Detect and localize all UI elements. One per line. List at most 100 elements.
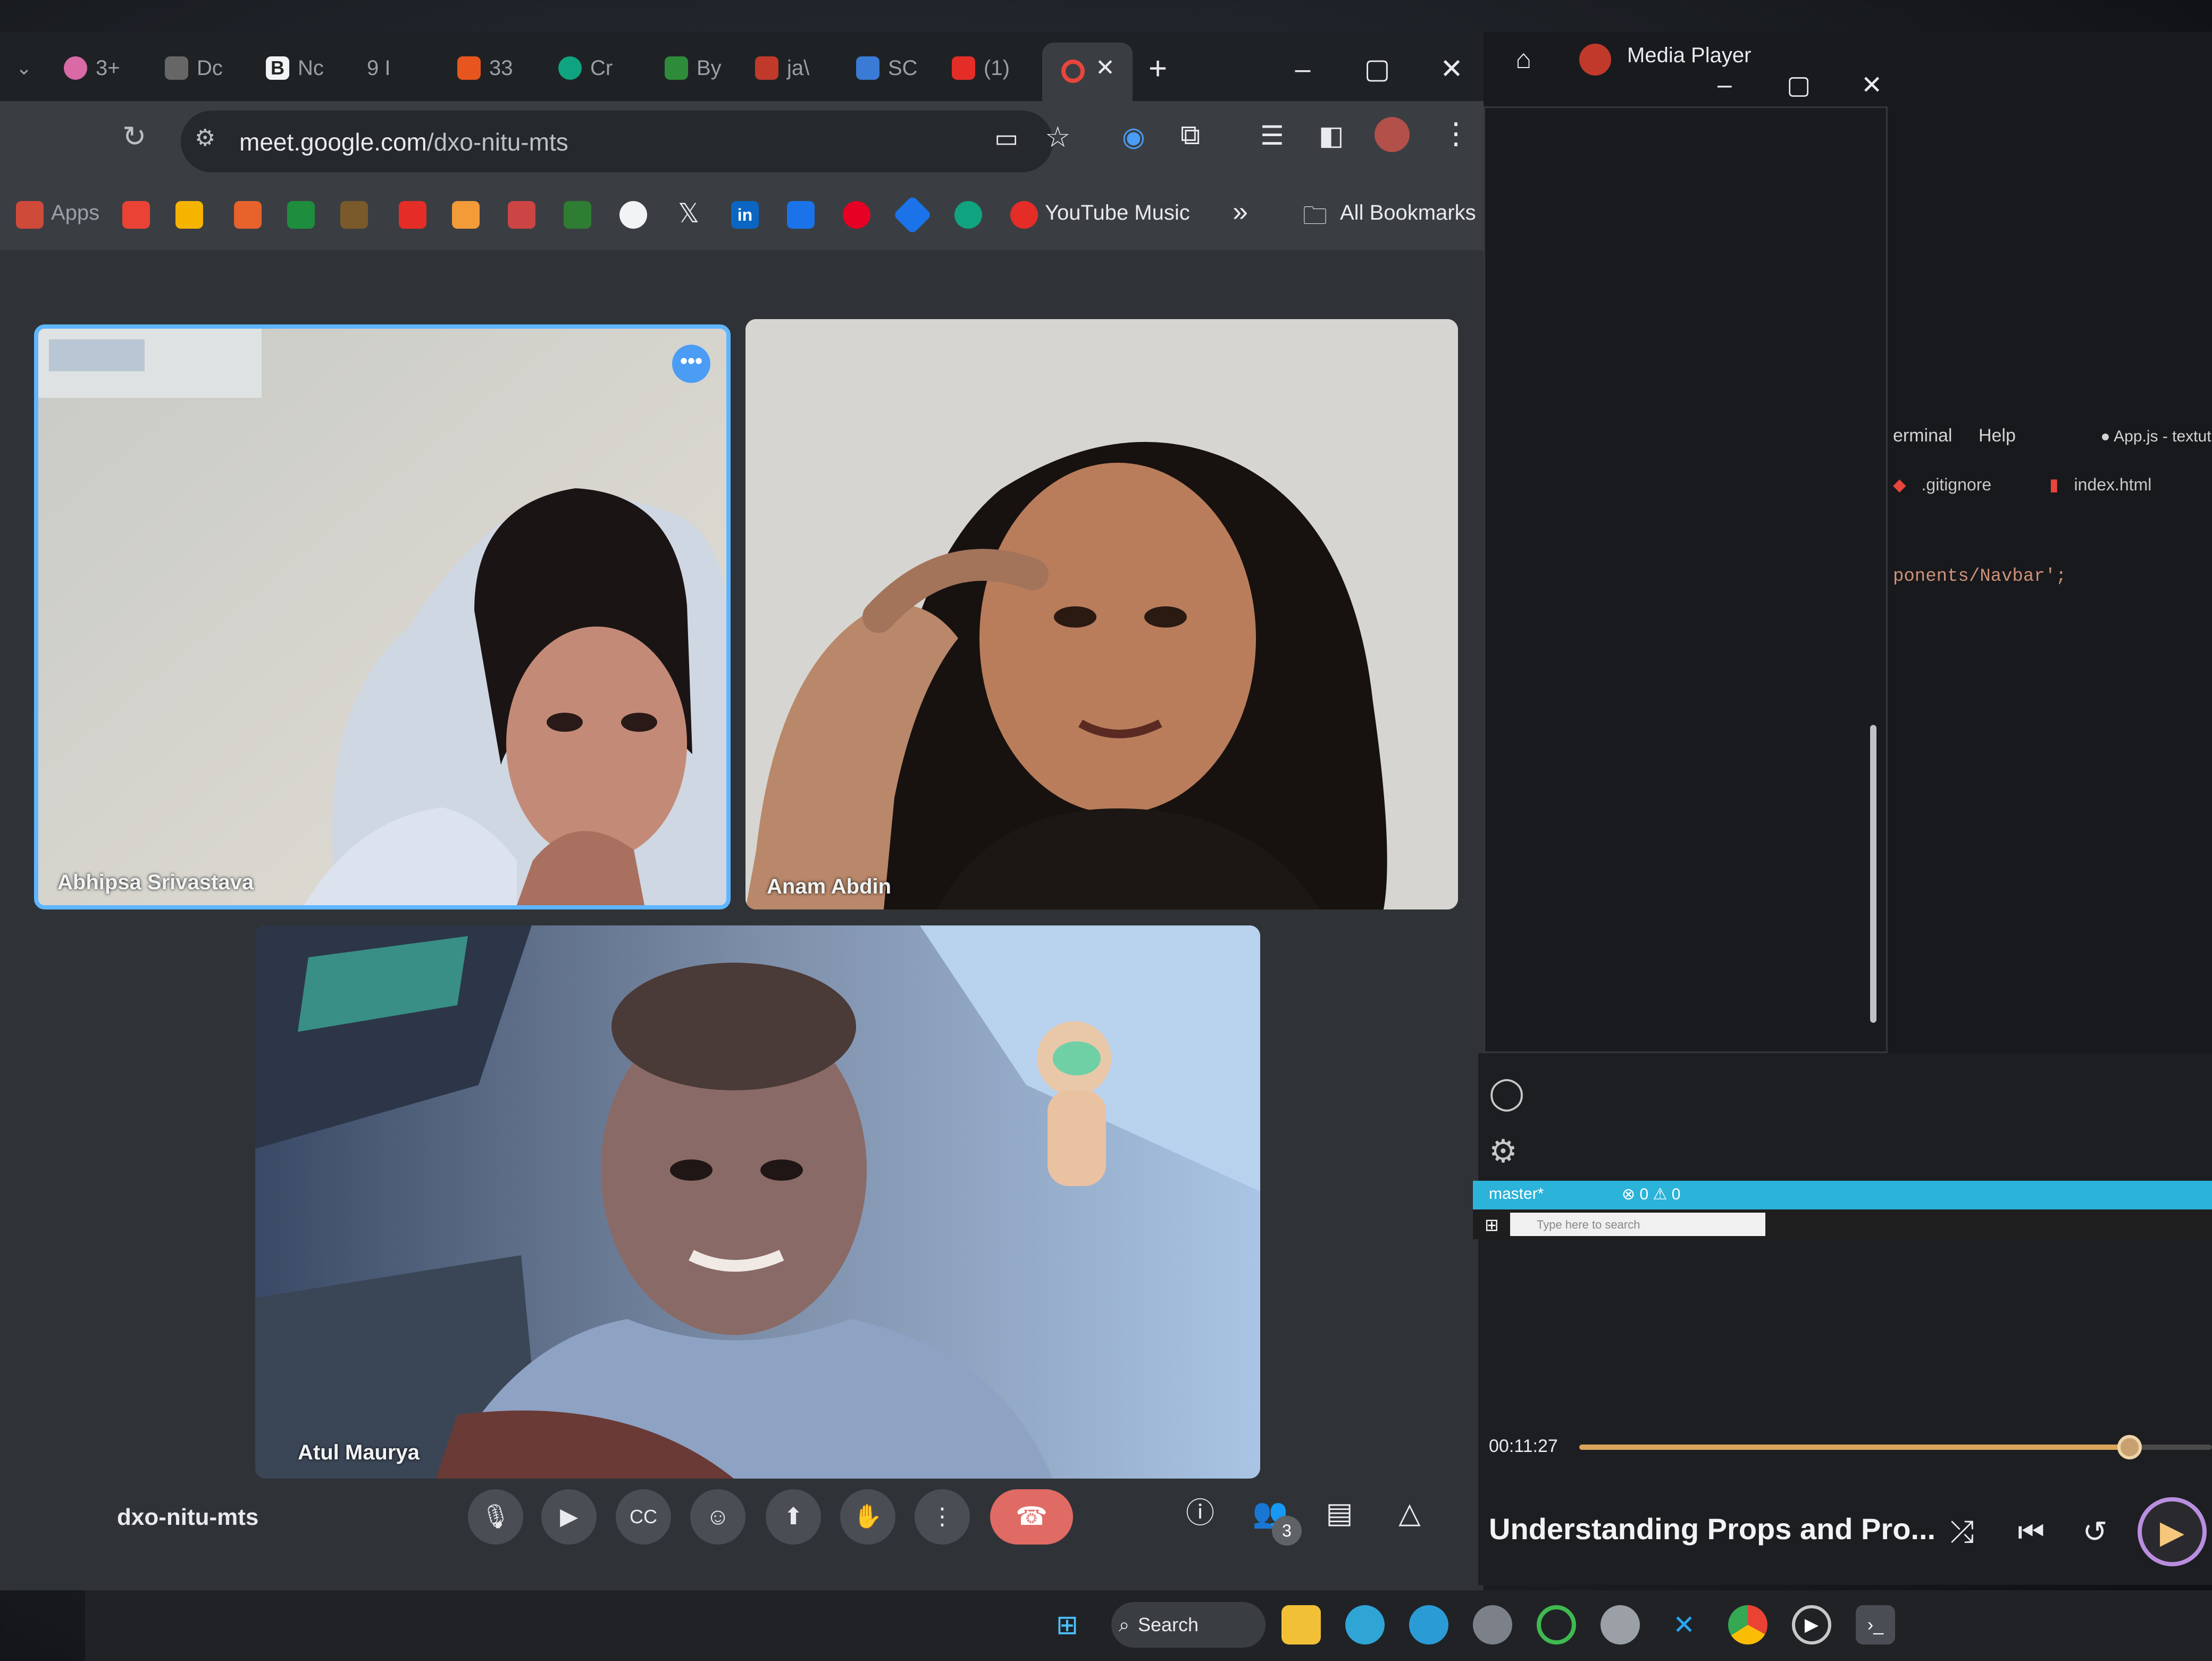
- media-player-icon[interactable]: ▶: [1792, 1605, 1831, 1645]
- maximize-icon[interactable]: ▢: [1361, 53, 1393, 85]
- calendar-icon[interactable]: [787, 201, 815, 229]
- problems-indicator[interactable]: ⊗ 0 ⚠ 0: [1622, 1185, 1680, 1204]
- shuffle-icon[interactable]: ⤮: [1941, 1510, 1983, 1553]
- seek-bar[interactable]: [1579, 1435, 2212, 1459]
- minimize-icon[interactable]: –: [1287, 53, 1319, 85]
- menu-help[interactable]: Help: [1979, 425, 2016, 446]
- account-icon[interactable]: ◯: [1489, 1074, 1524, 1112]
- editor-tab-gitignore[interactable]: .gitignore: [1922, 475, 1992, 494]
- info-icon[interactable]: ⓘ: [1176, 1489, 1224, 1537]
- participant-tile-3[interactable]: Atul Maurya: [255, 925, 1260, 1479]
- media-control-icon[interactable]: ☰: [1260, 120, 1284, 151]
- address-bar[interactable]: ⚙ meet.google.com/dxo-nitu-mts: [181, 111, 1053, 172]
- close-window-icon[interactable]: ✕: [1436, 53, 1468, 85]
- seek-thumb[interactable]: [2117, 1435, 2142, 1459]
- all-bookmarks-button[interactable]: All Bookmarks: [1340, 201, 1476, 225]
- home-icon[interactable]: ⌂: [1515, 44, 1531, 74]
- close-window-icon[interactable]: ✕: [1861, 70, 1882, 100]
- participant-tile-2[interactable]: Anam Abdin: [745, 319, 1458, 909]
- github-icon[interactable]: [619, 201, 647, 229]
- tab-1[interactable]: 3+: [64, 47, 120, 89]
- pinterest-icon[interactable]: [843, 201, 870, 229]
- tab-2[interactable]: Dc: [165, 47, 223, 89]
- terminal-icon[interactable]: ›_: [1856, 1605, 1895, 1645]
- replay-10-icon[interactable]: ↺: [2074, 1510, 2116, 1553]
- chatgpt-icon[interactable]: [954, 201, 982, 229]
- tab-6[interactable]: Cr: [558, 47, 613, 89]
- emoji-icon[interactable]: ☺: [690, 1489, 745, 1545]
- windows-icon[interactable]: ⊞: [1485, 1215, 1499, 1235]
- bookmark-icon[interactable]: [340, 201, 368, 229]
- bookmark-icon[interactable]: [893, 195, 932, 235]
- play-icon[interactable]: ▶: [2138, 1497, 2207, 1566]
- new-tab-button[interactable]: +: [1149, 47, 1167, 89]
- bookmark-icon[interactable]: [564, 201, 591, 229]
- scrollbar[interactable]: [1868, 140, 1879, 1044]
- bookmark-icon[interactable]: [452, 201, 480, 229]
- app-icon[interactable]: [1601, 1605, 1640, 1645]
- vscode-icon[interactable]: ✕: [1664, 1605, 1704, 1645]
- tab-7[interactable]: By: [665, 47, 722, 89]
- tab-active-meet[interactable]: ✕: [1042, 43, 1133, 101]
- taskbar-search-label: Search: [1138, 1614, 1199, 1635]
- tab-4[interactable]: 9 I: [367, 47, 390, 89]
- editor-tab-index-html[interactable]: index.html: [2074, 475, 2152, 494]
- raise-hand-icon[interactable]: ✋: [840, 1489, 895, 1545]
- tab-3[interactable]: B Nc: [266, 47, 324, 89]
- bookmark-apps[interactable]: Apps: [51, 201, 99, 225]
- bookmark-icon[interactable]: [508, 201, 535, 229]
- tab-8[interactable]: ja\: [755, 47, 809, 89]
- edge-icon[interactable]: [1409, 1605, 1448, 1645]
- bookmark-icon[interactable]: [287, 201, 315, 229]
- screenshot-extension-icon[interactable]: ◉: [1122, 121, 1145, 152]
- analytics-icon[interactable]: [175, 201, 203, 229]
- participant-video: [38, 329, 726, 905]
- linkedin-icon[interactable]: in: [731, 201, 759, 229]
- activities-icon[interactable]: △: [1386, 1489, 1434, 1537]
- youtube-icon[interactable]: [399, 201, 426, 229]
- minimize-icon[interactable]: –: [1717, 70, 1732, 99]
- reload-icon[interactable]: ↻: [122, 120, 146, 153]
- menu-terminal[interactable]: erminal: [1893, 425, 1952, 446]
- tab-5[interactable]: 33: [457, 47, 513, 89]
- x-icon[interactable]: 𝕏: [678, 198, 699, 229]
- kebab-menu-icon[interactable]: ⋮: [1441, 116, 1471, 151]
- search-input[interactable]: Type here to search: [1510, 1213, 1765, 1236]
- more-options-icon[interactable]: ⋮: [915, 1489, 970, 1545]
- present-icon[interactable]: ⬆: [766, 1489, 821, 1545]
- extensions-icon[interactable]: ⧉: [1180, 119, 1200, 152]
- gear-icon[interactable]: ⚙: [1489, 1133, 1518, 1170]
- previous-icon[interactable]: ⏮: [2010, 1510, 2052, 1553]
- app-icon[interactable]: [1473, 1605, 1512, 1645]
- more-bookmarks-button[interactable]: »: [1233, 196, 1248, 228]
- site-settings-icon[interactable]: ⚙: [195, 124, 215, 152]
- camera-icon[interactable]: ▶: [541, 1489, 597, 1545]
- bookmark-youtube-music[interactable]: YouTube Music: [1045, 201, 1190, 225]
- youtube-music-icon: [1010, 201, 1038, 229]
- star-icon[interactable]: ☆: [1045, 120, 1070, 154]
- mic-icon[interactable]: 🎙: [468, 1489, 523, 1545]
- maximize-icon[interactable]: ▢: [1787, 70, 1811, 100]
- tab-search-menu[interactable]: ⌄: [16, 47, 32, 89]
- tile-options-button[interactable]: •••: [672, 345, 710, 383]
- end-call-icon[interactable]: ☎: [990, 1489, 1073, 1545]
- tab-10[interactable]: (1): [952, 47, 1010, 89]
- camera-indicator-icon[interactable]: ▭: [994, 123, 1018, 153]
- close-tab-icon[interactable]: ✕: [1095, 54, 1115, 81]
- tab-9[interactable]: SC: [856, 47, 918, 89]
- telegram-icon[interactable]: [1345, 1605, 1385, 1645]
- avatar[interactable]: [1375, 117, 1410, 152]
- gmail-icon[interactable]: [122, 201, 150, 229]
- participant-tile-1[interactable]: ••• Abhipsa Srivastava: [34, 324, 731, 909]
- windows-start-icon[interactable]: ⊞: [1048, 1605, 1087, 1645]
- taskbar-search[interactable]: ⌕ Search: [1111, 1602, 1266, 1648]
- app-icon[interactable]: [1537, 1605, 1576, 1645]
- git-branch[interactable]: master*: [1489, 1185, 1544, 1203]
- file-explorer-icon[interactable]: [1281, 1605, 1321, 1645]
- chat-icon[interactable]: ▤: [1316, 1489, 1363, 1537]
- captions-icon[interactable]: CC: [616, 1489, 671, 1545]
- bookmark-icon[interactable]: [234, 201, 262, 229]
- chrome-icon[interactable]: [1728, 1605, 1767, 1645]
- side-panel-icon[interactable]: ◧: [1319, 120, 1344, 151]
- tab-label: By: [697, 56, 722, 80]
